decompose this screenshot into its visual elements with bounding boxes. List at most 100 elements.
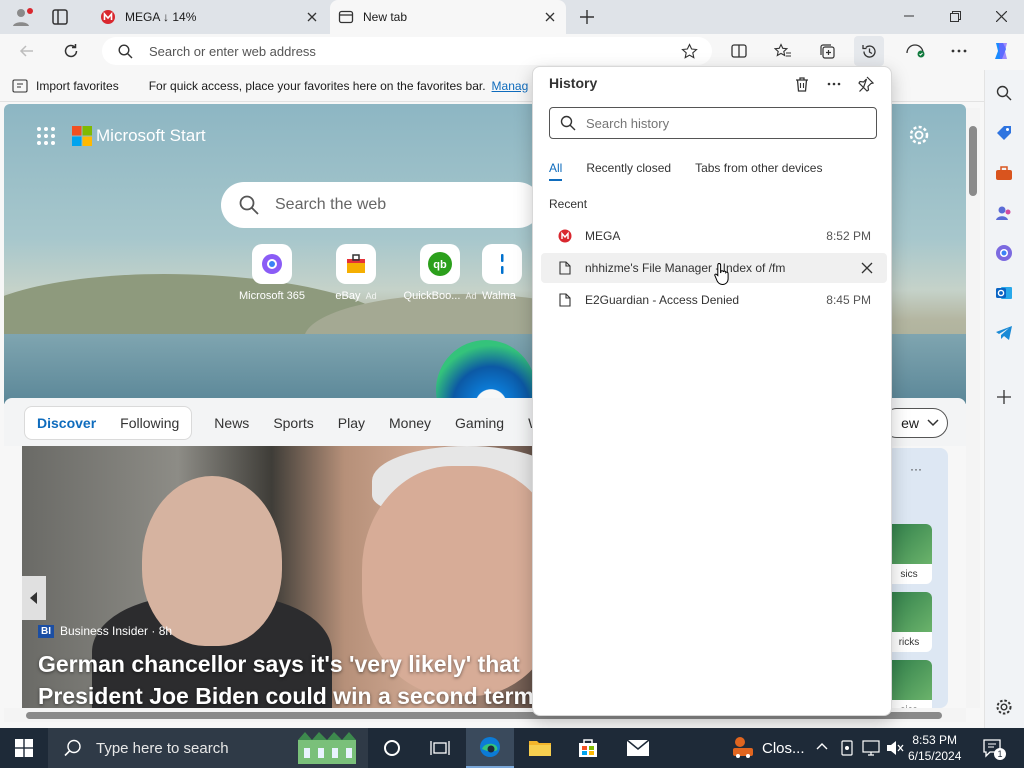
edge-taskbar-icon[interactable] (466, 728, 514, 768)
ad-label: Ad (365, 291, 377, 301)
more-options-icon[interactable] (944, 36, 974, 66)
close-tab-icon[interactable] (538, 5, 562, 29)
tab-label: MEGA ↓ 14% (125, 10, 197, 24)
back-button[interactable] (12, 36, 42, 66)
quick-link-quickbooks[interactable]: qb QuickBoo... Ad (400, 244, 480, 302)
restore-button[interactable] (932, 0, 978, 32)
mega-icon (100, 9, 116, 25)
chevron-up-icon[interactable] (816, 742, 828, 750)
refresh-button[interactable] (56, 36, 86, 66)
tab-new-tab[interactable]: New tab (330, 0, 566, 34)
weather-tray-label[interactable]: Clos... (762, 740, 805, 757)
more-dots-icon[interactable]: ··· (910, 462, 922, 476)
quick-link-microsoft-365[interactable]: Microsoft 365 (232, 244, 312, 302)
side-card[interactable]: sics (886, 660, 932, 708)
history-item[interactable]: E2Guardian - Access Denied 8:45 PM (541, 285, 887, 315)
cortana-icon[interactable] (368, 728, 416, 768)
store-icon[interactable] (564, 728, 612, 768)
tab-following[interactable]: Following (108, 415, 191, 431)
address-bar[interactable]: Search or enter web address (102, 37, 712, 65)
ad-label: Ad (465, 291, 477, 301)
tab-mega[interactable]: MEGA ↓ 14% (88, 0, 328, 34)
history-panel: History All Recently closed Tabs from ot… (532, 66, 892, 716)
network-icon[interactable] (862, 740, 880, 756)
page-icon (557, 292, 573, 308)
quick-link-label: eBay (335, 290, 361, 302)
page-settings-icon[interactable] (908, 124, 930, 146)
carousel-prev-button[interactable] (22, 576, 46, 620)
history-search-box[interactable] (549, 107, 877, 139)
microsoft-start-brand[interactable]: Microsoft Start (36, 126, 206, 146)
tab-play[interactable]: Play (326, 415, 377, 431)
title-bar: MEGA ↓ 14% New tab (0, 0, 1024, 34)
history-more-options-button[interactable] (821, 71, 847, 97)
system-clock[interactable]: 8:53 PM 6/15/2024 (908, 732, 961, 764)
task-view-icon[interactable] (416, 728, 464, 768)
copilot-icon[interactable] (986, 36, 1016, 66)
pin-history-button[interactable] (853, 71, 879, 97)
history-item-time: 8:45 PM (826, 293, 871, 307)
delete-history-button[interactable] (789, 71, 815, 97)
manage-favorites-link[interactable]: Manag (492, 79, 529, 93)
traffic-icon[interactable] (730, 736, 756, 760)
view-button-label: ew (901, 415, 919, 431)
sidebar-settings-icon[interactable] (993, 696, 1015, 718)
scroll-thumb[interactable] (969, 126, 977, 196)
mail-icon[interactable] (614, 728, 662, 768)
start-button[interactable] (0, 728, 48, 768)
outlook-icon[interactable] (993, 282, 1015, 304)
web-search-box[interactable]: Search the web (221, 182, 541, 228)
telegram-icon[interactable] (993, 322, 1015, 344)
performance-icon[interactable] (900, 36, 930, 66)
minimize-button[interactable] (886, 0, 932, 32)
quick-link-walmart[interactable]: Walma (482, 244, 532, 302)
microsoft-365-icon (252, 244, 292, 284)
tab-discover[interactable]: Discover (25, 415, 108, 431)
collections-icon[interactable] (812, 36, 842, 66)
add-sidebar-app-icon[interactable] (993, 386, 1015, 408)
split-screen-icon[interactable] (724, 36, 754, 66)
history-search-input[interactable] (586, 115, 856, 131)
people-icon[interactable] (993, 202, 1015, 224)
side-card[interactable]: sics (886, 524, 932, 584)
tab-money[interactable]: Money (377, 415, 443, 431)
shopping-tag-icon[interactable] (993, 122, 1015, 144)
pin-icon (858, 76, 874, 92)
device-icon[interactable] (840, 740, 854, 756)
favorite-star-icon[interactable] (681, 42, 698, 60)
profile-icon[interactable] (10, 6, 34, 28)
news-card[interactable]: BI Business Insider · 8h German chancell… (22, 446, 542, 708)
feed-tab-group: Discover Following (24, 406, 193, 440)
favorites-bar-message: For quick access, place your favorites h… (148, 78, 486, 93)
tools-icon[interactable] (993, 162, 1015, 184)
side-card[interactable]: ricks (886, 592, 932, 652)
quick-link-ebay[interactable]: eBay Ad (316, 244, 396, 302)
tab-sports[interactable]: Sports (261, 415, 325, 431)
history-button[interactable] (854, 36, 884, 66)
taskbar-search-box[interactable]: Type here to search (48, 728, 368, 768)
search-icon[interactable] (993, 82, 1015, 104)
history-item[interactable]: MEGA 8:52 PM (541, 221, 887, 251)
close-tab-icon[interactable] (300, 5, 324, 29)
new-tab-button[interactable] (576, 6, 598, 28)
tab-recently-closed[interactable]: Recently closed (586, 161, 671, 181)
vertical-scrollbar[interactable] (966, 108, 980, 708)
tab-actions-icon[interactable] (50, 7, 70, 27)
tab-all[interactable]: All (549, 161, 563, 181)
close-window-button[interactable] (978, 0, 1024, 32)
source-logo: BI (38, 624, 54, 638)
tab-gaming[interactable]: Gaming (443, 415, 516, 431)
remove-history-item-icon[interactable] (857, 258, 877, 278)
news-headline[interactable]: German chancellor says it's 'very likely… (38, 648, 542, 708)
file-explorer-icon[interactable] (516, 728, 564, 768)
import-favorites-button[interactable]: Import favorites (36, 79, 119, 93)
volume-muted-icon[interactable] (886, 740, 904, 756)
office-icon[interactable] (993, 242, 1015, 264)
tab-other-devices[interactable]: Tabs from other devices (695, 161, 822, 181)
notifications-icon[interactable]: 1 (982, 738, 1006, 760)
side-cards: ··· sics ricks sics (886, 448, 948, 708)
favorites-icon[interactable] (768, 36, 798, 66)
address-placeholder: Search or enter web address (149, 43, 316, 59)
app-launcher-icon[interactable] (36, 126, 56, 146)
tab-news[interactable]: News (202, 415, 261, 431)
